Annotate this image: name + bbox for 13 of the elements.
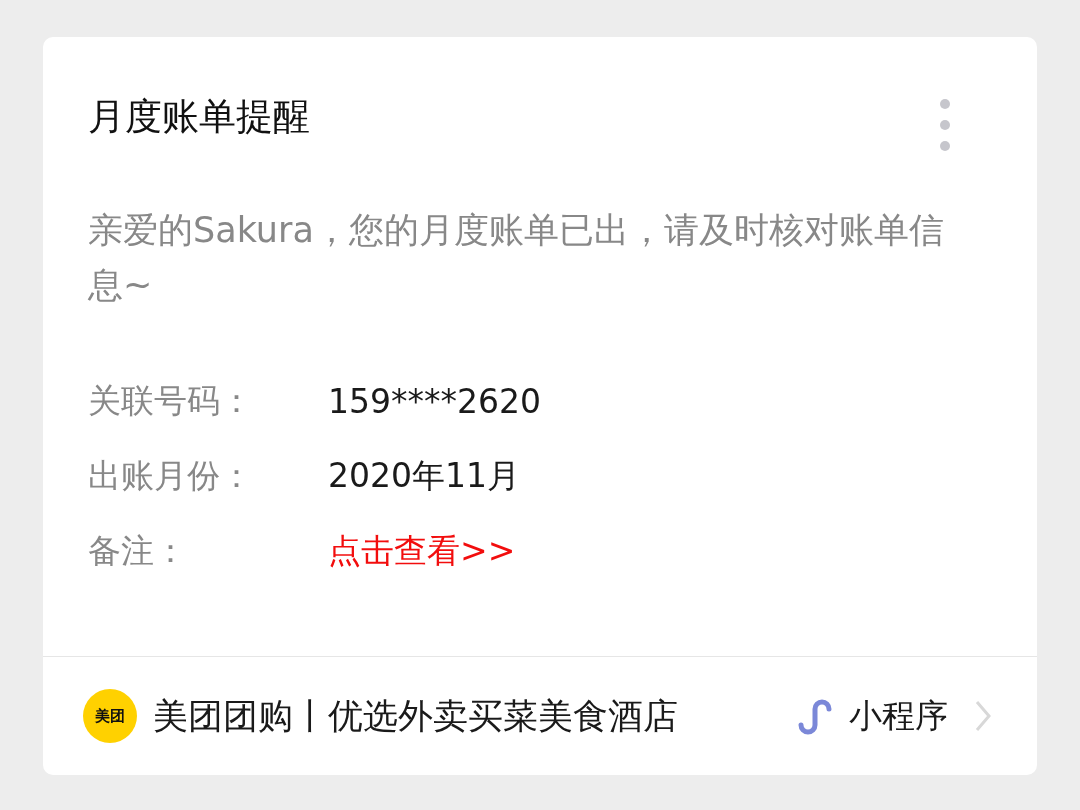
chevron-right-icon[interactable] <box>974 699 992 733</box>
app-logo: 美团 <box>83 689 137 743</box>
field-label: 出账月份： <box>88 454 254 497</box>
view-link[interactable]: 点击查看>> <box>328 528 516 574</box>
more-icon[interactable] <box>939 99 951 153</box>
message-text: 亲爱的Sakura，您的月度账单已出，请及时核对账单信息~ <box>88 209 945 307</box>
field-label: 关联号码： <box>88 379 254 422</box>
field-label: 备注： <box>88 529 188 572</box>
field-value: 159****2620 <box>328 381 541 421</box>
card-title: 月度账单提醒 <box>88 94 310 140</box>
field-value: 2020年11月 <box>328 454 520 497</box>
app-name: 美团团购丨优选外卖买菜美食酒店 <box>153 695 679 738</box>
mini-program-label[interactable]: 小程序 <box>849 693 948 739</box>
